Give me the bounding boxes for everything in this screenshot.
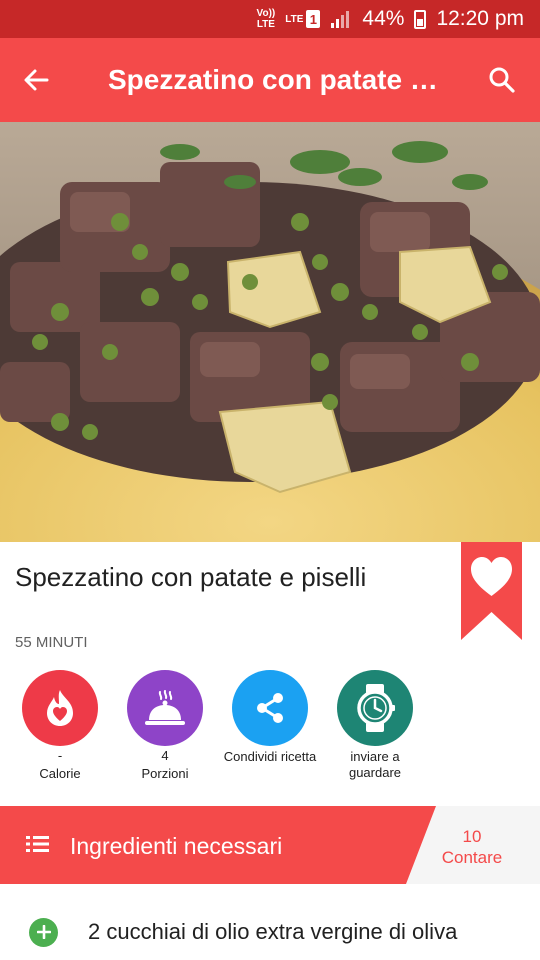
- app-bar-title: Spezzatino con patate e piselli: [108, 64, 464, 95]
- battery-charging-icon: [414, 9, 427, 29]
- servings-label: Porzioni: [141, 766, 189, 781]
- search-icon: [489, 67, 515, 93]
- recipe-title: Spezzatino con patate e piselli: [15, 562, 367, 592]
- calories-action[interactable]: - Calorie: [10, 670, 110, 782]
- signal-icon: [330, 9, 352, 29]
- network-indicator: LTE 1: [285, 10, 321, 28]
- clock: 12:20 pm: [436, 7, 524, 30]
- status-bar: Vo)) LTE LTE 1 44% 12:20 pm: [0, 0, 540, 38]
- share-icon: [232, 670, 308, 746]
- ingredients-header: Ingredienti necessari 10 Contare: [0, 806, 540, 884]
- ingredients-count: 10 Contare: [432, 826, 512, 868]
- calories-value: -: [57, 748, 63, 763]
- send-to-watch-action[interactable]: inviare a guardare: [325, 670, 425, 781]
- watch-icon: [337, 670, 413, 746]
- servings-value: 4: [161, 748, 169, 763]
- ingredients-count-value: 10: [462, 827, 482, 846]
- volte-indicator: Vo)) LTE: [256, 8, 276, 30]
- calories-label: Calorie: [39, 766, 81, 781]
- ingredients-header-label: Ingredienti necessari: [70, 833, 283, 859]
- back-button[interactable]: [0, 38, 72, 122]
- recipe-actions: - Calorie 4 Porzioni Condividi ricetta i…: [0, 670, 540, 790]
- sim-slot-badge: 1: [306, 10, 321, 28]
- search-button[interactable]: [464, 38, 540, 122]
- list-icon: [26, 835, 50, 858]
- arrow-back-icon: [24, 69, 49, 91]
- send-to-watch-label: inviare a guardare: [348, 749, 402, 780]
- ingredient-text: 2 cucchiai di olio extra vergine di oliv…: [88, 919, 458, 944]
- servings-action[interactable]: 4 Porzioni: [115, 670, 215, 782]
- flame-icon: [22, 670, 98, 746]
- ingredients-count-label: Contare: [441, 848, 503, 867]
- share-recipe-label: Condividi ricetta: [223, 749, 317, 764]
- favorite-button[interactable]: [461, 542, 522, 640]
- recipe-time: 55 MINUTI: [15, 634, 88, 651]
- recipe-photo: [0, 122, 540, 542]
- add-icon[interactable]: [29, 917, 58, 947]
- ingredient-item[interactable]: 2 cucchiai di olio extra vergine di oliv…: [0, 904, 540, 960]
- lte-label: LTE: [285, 13, 304, 25]
- cloche-icon: [127, 670, 203, 746]
- battery-percent: 44%: [362, 7, 405, 30]
- app-bar: Spezzatino con patate e piselli: [0, 38, 540, 122]
- share-recipe-action[interactable]: Condividi ricetta: [220, 670, 320, 765]
